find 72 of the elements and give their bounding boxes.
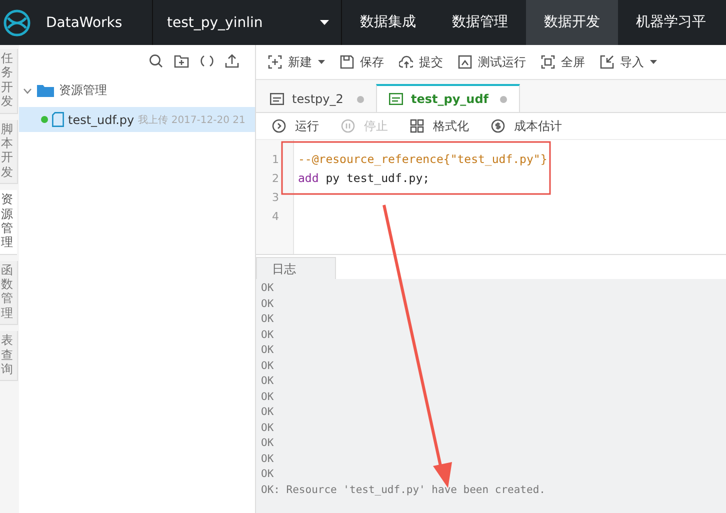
line-number: 2 (271, 171, 280, 187)
log-line: OK (261, 312, 275, 327)
log-line: OK (261, 358, 275, 374)
line-number: 1 (271, 152, 280, 168)
tab-dot-icon (357, 96, 364, 102)
log-line: OK (261, 374, 275, 389)
log-tab[interactable]: 日志 (256, 257, 336, 279)
status-dot (41, 116, 48, 123)
toolbar-button[interactable]: 全屏 (541, 54, 585, 70)
editor-tab[interactable]: test_py_udf (376, 84, 520, 112)
file-name: test_udf.py (68, 112, 134, 126)
caret-icon (650, 60, 657, 64)
log-line: OK (261, 420, 275, 436)
toolbar-button[interactable]: 测试运行 (458, 54, 526, 70)
log-line: OK (261, 405, 275, 420)
play-icon (272, 119, 286, 133)
log-line: OK (261, 328, 275, 342)
pause-icon (341, 119, 355, 133)
log-line: OK: Resource 'test_udf.py' have been created. (261, 482, 546, 498)
file-meta: 我上传 2017-12-20 21 (138, 114, 246, 126)
action-button[interactable]: 运行 (272, 118, 319, 134)
code-editor[interactable]: 1 2 3 4 --@resource_reference{"test_udf.py"} add py test_udf.py; (256, 139, 726, 255)
tab-dot-icon (500, 96, 507, 102)
log-line: OK (261, 281, 275, 296)
action-button[interactable]: 格式化 (410, 118, 469, 134)
log-line: OK (261, 467, 275, 482)
save-icon (340, 55, 354, 69)
nav-item[interactable]: 数据开发 (526, 0, 618, 45)
folder-plus-icon[interactable] (174, 54, 189, 68)
line-number: 4 (271, 209, 280, 225)
file-row[interactable]: test_udf.py 我上传 2017-12-20 21 (19, 107, 255, 132)
code-line: add py test_udf.py; (298, 171, 430, 185)
nav-item[interactable]: 数据管理 (434, 0, 526, 45)
folder-icon (37, 84, 54, 97)
side-tab[interactable]: 资源管理 (0, 190, 17, 255)
sql-file-icon (270, 93, 284, 105)
fullscreen-icon (541, 55, 555, 69)
side-tab[interactable]: 任务开发 (0, 49, 18, 114)
code-line: --@resource_reference{"test_udf.py"} (298, 152, 548, 166)
editor-tab[interactable]: testpy_2 (258, 84, 376, 112)
toolbar-button[interactable]: 导入 (600, 54, 657, 70)
upload-icon[interactable] (225, 54, 239, 68)
cloud-upload-icon (399, 55, 413, 69)
logo-icon (2, 8, 32, 38)
sql-file-icon (389, 93, 403, 105)
import-icon (600, 55, 614, 69)
caret-icon (318, 60, 325, 64)
log-line: OK (261, 436, 275, 451)
file-icon (52, 112, 64, 127)
log-line: OK (261, 296, 275, 312)
caret-icon (320, 20, 329, 25)
nav-item[interactable]: 机器学习平 (618, 0, 724, 45)
plus-icon (268, 55, 282, 69)
brand-name: DataWorks (46, 14, 124, 30)
toolbar-button[interactable]: 保存 (340, 54, 384, 70)
log-line: OK (261, 343, 275, 358)
line-number: 3 (271, 190, 280, 206)
nav-item[interactable]: 数据集成 (342, 0, 434, 45)
action-button[interactable]: 成本估计 (491, 118, 562, 134)
toolbar-button[interactable]: 新建 (268, 54, 325, 70)
chevron-icon (23, 88, 32, 94)
search-icon[interactable] (149, 54, 163, 68)
folder-label: 资源管理 (59, 82, 107, 99)
side-tab[interactable]: 函数管理 (0, 260, 18, 326)
toolbar-button[interactable]: 提交 (399, 54, 443, 70)
log-line: OK (261, 390, 275, 404)
folder-row[interactable]: 资源管理 (19, 74, 255, 107)
grid-icon (410, 119, 424, 133)
side-tab[interactable]: 表查询 (0, 331, 18, 382)
side-tab[interactable]: 脚本开发 (0, 120, 18, 184)
coin-icon (491, 119, 505, 133)
log-line: OK (261, 452, 275, 466)
